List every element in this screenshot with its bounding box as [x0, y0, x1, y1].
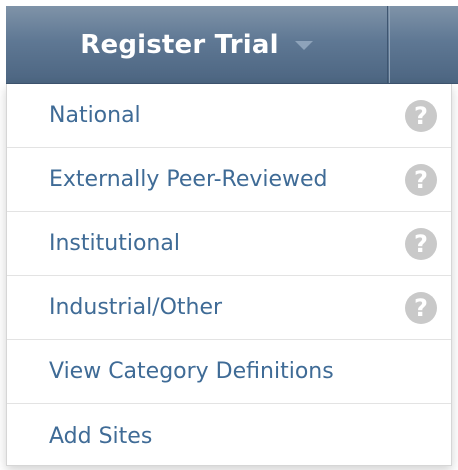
register-trial-menu-button[interactable]: Register Trial	[6, 6, 388, 83]
menu-item-label: Institutional	[49, 231, 180, 256]
menu-item-industrial-other[interactable]: Industrial/Other ?	[7, 276, 451, 340]
register-trial-label: Register Trial	[80, 29, 279, 60]
menu-item-label: Industrial/Other	[49, 295, 223, 320]
help-icon[interactable]: ?	[405, 227, 437, 260]
menu-item-label: National	[49, 103, 141, 128]
top-nav-bar: Register Trial	[6, 6, 458, 84]
register-trial-dropdown: National ? Externally Peer-Reviewed ? In…	[6, 84, 452, 466]
menu-item-national[interactable]: National ?	[7, 84, 451, 148]
menu-item-institutional[interactable]: Institutional ?	[7, 212, 451, 276]
chevron-down-icon	[294, 41, 313, 50]
nav-item-next[interactable]	[389, 6, 458, 83]
menu-item-label: View Category Definitions	[49, 359, 334, 384]
help-icon[interactable]: ?	[405, 99, 437, 132]
menu-item-add-sites[interactable]: Add Sites	[7, 404, 451, 468]
help-icon[interactable]: ?	[405, 163, 437, 196]
page: Register Trial National ? Externally Pee…	[0, 0, 458, 470]
menu-item-label: Externally Peer-Reviewed	[49, 167, 328, 192]
menu-item-label: Add Sites	[49, 423, 153, 449]
menu-item-externally-peer-reviewed[interactable]: Externally Peer-Reviewed ?	[7, 148, 451, 212]
help-icon[interactable]: ?	[405, 291, 437, 324]
menu-item-view-category-definitions[interactable]: View Category Definitions	[7, 340, 451, 404]
